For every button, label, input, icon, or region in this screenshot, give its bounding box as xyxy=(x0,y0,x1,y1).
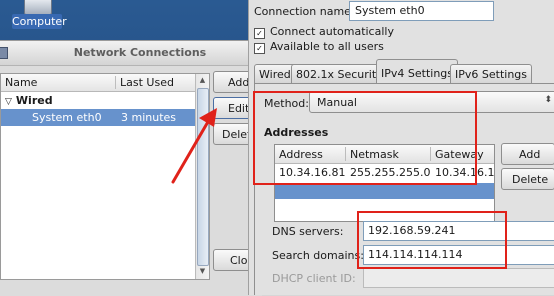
window-title: Network Connections xyxy=(73,46,207,59)
window-titlebar[interactable]: Network Connections xyxy=(0,41,248,66)
checkbox-checked-icon[interactable]: ✓ xyxy=(254,28,265,39)
window-menu-icon[interactable] xyxy=(0,47,8,59)
connect-automatically-checkbox[interactable]: ✓ Connect automatically xyxy=(254,25,394,39)
method-dropdown[interactable]: Manual ⬍ xyxy=(309,91,554,113)
addresses-table[interactable]: Address Netmask Gateway 10.34.16.81 255.… xyxy=(274,144,495,222)
column-header-gateway[interactable]: Gateway xyxy=(435,148,484,161)
column-divider xyxy=(345,147,346,161)
tab-ipv4-settings[interactable]: IPv4 Settings xyxy=(376,59,458,83)
addresses-heading: Addresses xyxy=(264,126,329,139)
connection-last-used: 3 minutes ago xyxy=(121,111,177,137)
netmask-cell[interactable]: 255.255.255.0 xyxy=(350,166,430,179)
tab-wired[interactable]: Wired xyxy=(254,64,296,83)
dns-servers-label: DNS servers: xyxy=(272,225,344,238)
checkbox-label: Connect automatically xyxy=(270,25,394,38)
list-header: Name Last Used xyxy=(1,74,195,92)
search-domains-input[interactable]: 114.114.114.114 xyxy=(363,245,554,265)
method-label: Method: xyxy=(264,97,309,110)
dhcp-client-id-label: DHCP client ID: xyxy=(272,272,356,285)
scroll-up-arrow-icon[interactable]: ▲ xyxy=(197,75,208,86)
editing-connection-dialog: Connection name: System eth0 ✓ Connect au… xyxy=(248,0,554,295)
connection-name: System eth0 xyxy=(32,111,102,124)
dhcp-client-id-input[interactable] xyxy=(363,268,554,288)
addresses-header: Address Netmask Gateway xyxy=(275,145,494,164)
delete-address-button[interactable]: Delete xyxy=(501,168,554,190)
group-wired[interactable]: ▽ Wired xyxy=(5,94,53,107)
address-cell[interactable]: 10.34.16.81 xyxy=(279,166,345,179)
checkbox-checked-icon[interactable]: ✓ xyxy=(254,43,265,54)
dns-servers-input[interactable]: 192.168.59.241 xyxy=(363,221,554,241)
column-header-last-used[interactable]: Last Used xyxy=(120,76,174,89)
scrollbar-thumb[interactable] xyxy=(197,88,209,266)
vertical-scrollbar[interactable]: ▲ ▼ xyxy=(195,74,209,279)
computer-icon xyxy=(24,0,52,15)
connection-name-label: Connection name: xyxy=(254,5,355,18)
available-to-all-users-checkbox[interactable]: ✓ Available to all users xyxy=(254,40,384,54)
network-connections-window: Network Connections Name Last Used ▽ Wire… xyxy=(0,40,263,296)
connections-list[interactable]: Name Last Used ▽ Wired System eth0 3 minu… xyxy=(0,73,210,280)
connection-row-system-eth0[interactable]: System eth0 3 minutes ago xyxy=(1,109,195,137)
checkbox-label: Available to all users xyxy=(270,40,384,53)
search-domains-label: Search domains: xyxy=(272,249,364,262)
desktop-icon-label: Computer xyxy=(12,14,67,29)
group-label: Wired xyxy=(15,94,53,107)
gateway-cell[interactable]: 10.34.16.1 xyxy=(435,166,494,179)
connection-name-field[interactable]: System eth0 xyxy=(349,1,494,21)
tab-ipv6-settings[interactable]: IPv6 Settings xyxy=(450,64,532,83)
method-value: Manual xyxy=(317,96,357,109)
scroll-down-arrow-icon[interactable]: ▼ xyxy=(197,266,208,277)
dropdown-arrows-icon: ⬍ xyxy=(544,95,552,105)
tab-8021x-security[interactable]: 802.1x Security xyxy=(291,64,388,83)
column-header-address[interactable]: Address xyxy=(279,148,323,161)
selected-empty-row[interactable] xyxy=(275,183,494,199)
column-divider xyxy=(115,76,116,89)
column-header-name[interactable]: Name xyxy=(5,76,37,89)
column-divider xyxy=(430,147,431,161)
add-address-button[interactable]: Add xyxy=(501,143,554,165)
expander-triangle-icon[interactable]: ▽ xyxy=(5,97,12,107)
column-header-netmask[interactable]: Netmask xyxy=(350,148,399,161)
computer-desktop-icon[interactable]: Computer xyxy=(6,0,68,34)
